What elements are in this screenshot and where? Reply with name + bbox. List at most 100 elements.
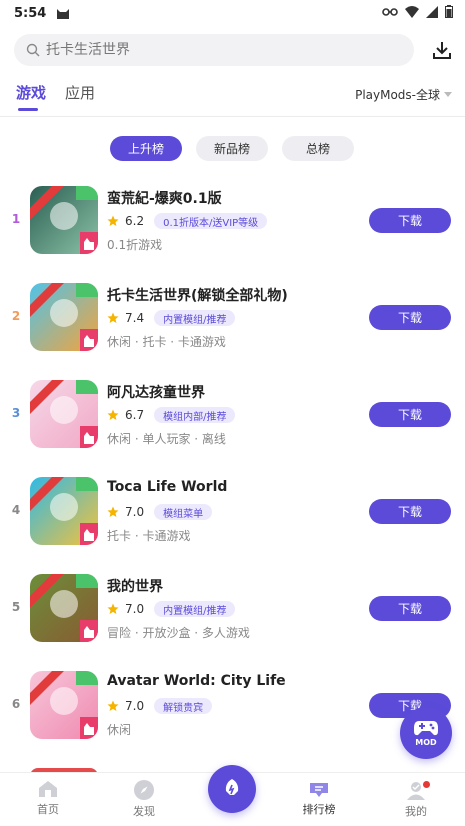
chevron-down-icon (444, 91, 452, 97)
mod-tag: 模组内部/推荐 (154, 407, 236, 423)
app-icon[interactable] (30, 574, 98, 642)
app-icon-art (30, 671, 98, 739)
app-meta: 7.0 解锁贵宾 (107, 697, 213, 715)
rank-number: 6 (11, 697, 21, 711)
app-rating: 7.0 (125, 602, 145, 616)
rank-number: 4 (11, 503, 21, 517)
app-rating: 6.7 (125, 408, 145, 422)
app-icon-art (30, 186, 98, 254)
download-button[interactable]: 下载 (369, 499, 451, 524)
battery-icon (445, 5, 453, 18)
status-bar: 5:54 (0, 0, 465, 26)
download-manager-button[interactable] (430, 38, 454, 62)
ranking-row[interactable]: 4 Toca Life World 7.0 模组菜单 托卡 · 卡通游戏 下载 (0, 469, 465, 559)
nav-discover-label: 发现 (133, 805, 155, 818)
download-button[interactable]: 下载 (369, 305, 451, 330)
star-icon (107, 603, 119, 614)
mod-tag: 内置模组/推荐 (154, 601, 236, 617)
header-divider (0, 116, 465, 117)
download-button[interactable]: 下载 (369, 208, 451, 233)
ranking-row[interactable]: 5 我的世界 7.0 内置模组/推荐 冒险 · 开放沙盒 · 多人游戏 下载 (0, 566, 465, 656)
download-icon (433, 42, 451, 59)
app-rating: 7.0 (125, 699, 145, 713)
ranking-row[interactable]: 1 蛮荒紀-爆爽0.1版 6.2 0.1折版本/送VIP等级 0.1折游戏 下载 (0, 178, 465, 268)
mod-tag: 解锁贵宾 (154, 698, 213, 714)
tab-apps[interactable]: 应用 (65, 82, 95, 103)
app-icon-art (30, 574, 98, 642)
rank-number: 2 (11, 309, 21, 323)
download-button[interactable]: 下载 (369, 596, 451, 621)
app-icon-art (30, 283, 98, 351)
app-title[interactable]: 托卡生活世界(解锁全部礼物) (107, 285, 288, 305)
status-time: 5:54 (14, 5, 47, 21)
tab-games[interactable]: 游戏 (16, 82, 46, 103)
notification-badge (423, 781, 430, 788)
nav-ranking[interactable]: 排行榜 (289, 779, 349, 817)
signal-icon (426, 5, 438, 18)
nav-center-launch-button[interactable] (208, 765, 256, 813)
region-label: PlayMods-全球 (355, 88, 440, 102)
compass-icon (134, 780, 154, 800)
mod-tag: 内置模组/推荐 (154, 310, 236, 326)
app-meta: 6.2 0.1折版本/送VIP等级 (107, 212, 268, 230)
app-icon[interactable] (30, 380, 98, 448)
star-icon (107, 506, 119, 517)
gamepad-icon (414, 721, 438, 736)
search-input[interactable] (46, 42, 386, 58)
category-tabs: 游戏 应用 PlayMods-全球 (16, 80, 456, 114)
app-meta: 7.0 模组菜单 (107, 503, 213, 521)
app-title[interactable]: Avatar World: City Life (107, 673, 286, 689)
vpn-key-icon (382, 7, 398, 16)
region-selector[interactable]: PlayMods-全球 (355, 86, 452, 103)
rank-number: 3 (11, 406, 21, 420)
ranking-row[interactable]: 6 Avatar World: City Life 7.0 解锁贵宾 休闲 下载 (0, 663, 465, 753)
app-rating: 7.0 (125, 505, 145, 519)
app-title[interactable]: 我的世界 (107, 576, 163, 596)
app-meta: 7.4 内置模组/推荐 (107, 309, 236, 327)
rocket-icon (225, 779, 239, 795)
app-icon-art (30, 477, 98, 545)
app-icon[interactable] (30, 186, 98, 254)
app-icon[interactable] (30, 477, 98, 545)
star-icon (107, 215, 119, 226)
app-categories: 休闲 · 单人玩家 · 离线 (107, 432, 226, 446)
chip-new[interactable]: 新品榜 (196, 136, 268, 161)
ranking-row[interactable]: 3 阿凡达孩童世界 6.7 模组内部/推荐 休闲 · 单人玩家 · 离线 下载 (0, 372, 465, 462)
ranking-filter-chips: 上升榜 新品榜 总榜 (110, 136, 354, 161)
app-icon[interactable] (30, 283, 98, 351)
download-button[interactable]: 下载 (369, 402, 451, 427)
ranking-row[interactable]: 2 托卡生活世界(解锁全部礼物) 7.4 内置模组/推荐 休闲 · 托卡 · 卡… (0, 275, 465, 365)
nav-profile[interactable]: 我的 (386, 779, 446, 819)
bottom-navigation: 首页 发现 排行榜 我的 (0, 765, 465, 826)
tab-active-indicator (18, 108, 38, 111)
chip-rising[interactable]: 上升榜 (110, 136, 182, 161)
app-categories: 休闲 (107, 723, 132, 737)
nav-ranking-label: 排行榜 (302, 803, 336, 816)
app-title[interactable]: Toca Life World (107, 479, 227, 495)
app-title[interactable]: 阿凡达孩童世界 (107, 382, 205, 402)
search-row (14, 34, 454, 66)
rank-number: 1 (11, 212, 21, 226)
nav-discover[interactable]: 发现 (114, 779, 174, 819)
star-icon (107, 409, 119, 420)
nav-home-label: 首页 (37, 803, 59, 816)
chip-total[interactable]: 总榜 (282, 136, 354, 161)
mod-tag: 模组菜单 (154, 504, 213, 520)
app-meta: 6.7 模组内部/推荐 (107, 406, 236, 424)
app-icon[interactable] (30, 671, 98, 739)
app-rating: 7.4 (125, 311, 145, 325)
ranking-icon (310, 783, 328, 797)
star-icon (107, 700, 119, 711)
mod-tag: 0.1折版本/送VIP等级 (154, 213, 268, 229)
cat-notification-icon (57, 9, 70, 19)
mod-floating-button[interactable]: MOD (400, 707, 452, 759)
search-bar[interactable] (14, 34, 414, 66)
star-icon (107, 312, 119, 323)
nav-home[interactable]: 首页 (18, 779, 78, 817)
app-title[interactable]: 蛮荒紀-爆爽0.1版 (107, 188, 222, 208)
wifi-icon (405, 5, 419, 18)
mod-floating-label: MOD (415, 738, 437, 747)
rank-number: 5 (11, 600, 21, 614)
nav-profile-label: 我的 (405, 805, 427, 818)
app-meta: 7.0 内置模组/推荐 (107, 600, 236, 618)
